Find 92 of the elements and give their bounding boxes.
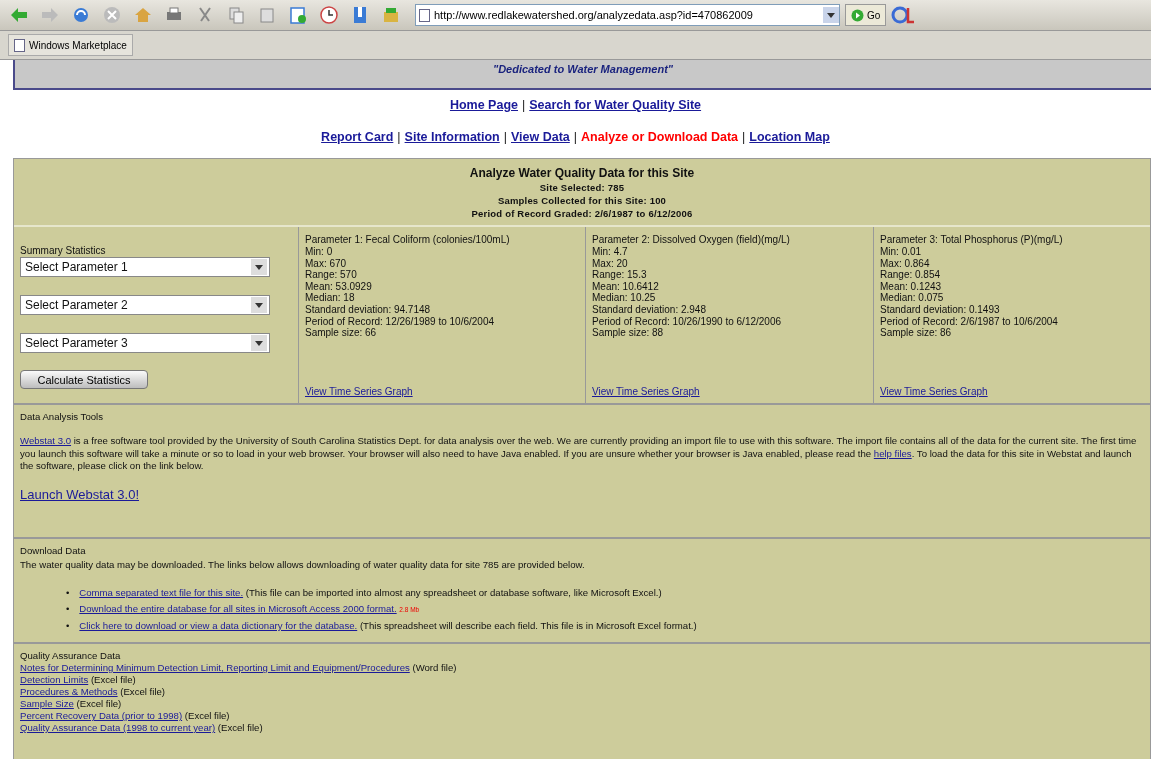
separator: |	[522, 98, 526, 112]
statistic-text: Range: 570	[305, 269, 358, 281]
file-note: (Excel file)	[184, 710, 230, 721]
statistic-text: Median: 18	[305, 292, 356, 304]
launch-link[interactable]: Launch Webstat 3.0!	[20, 486, 139, 502]
statistic-text: Max: 20	[592, 257, 629, 270]
tagline: "Dedicated to Water Management"	[492, 62, 674, 77]
site-info-text: Site Selected: 785	[539, 182, 625, 193]
statistic-text: Mean: 0.1243	[880, 280, 943, 293]
separator: |	[503, 130, 507, 144]
panel-title: Analyze Water Quality Data for this Site	[469, 166, 695, 180]
document-link[interactable]: Notes for Determining Minimum Detection Limit, Reporting Limit and Equipment/Procedures	[20, 662, 410, 673]
bullet: •	[66, 603, 70, 614]
nav-link[interactable]: Report Card	[321, 130, 394, 144]
statistic-text: Sample size: 66	[305, 327, 378, 339]
statistic-text: Mean: 10.6412	[592, 280, 660, 293]
statistic-text: Standard deviation: 2.948	[592, 303, 707, 316]
site-info-text: Period of Record Graded: 2/6/1987 to 6/12/2006	[471, 208, 693, 219]
file-note: (This spreadsheet will describe each field. This file is in Microsoft Excel format.)	[359, 620, 697, 631]
document-link[interactable]: Quality Assurance Data (1998 to current year)	[20, 722, 216, 733]
statistic-text: Median: 0.075	[880, 292, 945, 304]
graph-link[interactable]: View Time Series Graph	[305, 386, 579, 397]
download-link[interactable]: Download the entire database for all sites in Microsoft Access 2000 format.	[79, 603, 397, 614]
inline-link[interactable]: help files	[873, 447, 912, 459]
document-link[interactable]: Procedures & Methods	[20, 686, 118, 697]
nav-link[interactable]: Search for Water Quality Site	[529, 98, 702, 112]
dropdown-icon[interactable]	[251, 259, 267, 275]
download-link[interactable]: Click here to download or view a data dictionary for the database.	[79, 620, 358, 631]
file-note: (Excel file)	[90, 674, 136, 685]
site-info-text: Samples Collected for this Site: 100	[497, 195, 667, 206]
section-heading: Download Data	[20, 545, 86, 557]
statistic-text: Median: 10.25	[592, 292, 657, 304]
statistic-text: Period of Record: 2/6/1987 to 10/6/2004	[880, 315, 1059, 328]
nav-link[interactable]: Site Information	[404, 130, 500, 144]
play-icon	[851, 8, 864, 22]
download-link[interactable]: Comma separated text file for this site.	[79, 587, 244, 598]
file-note: (Word file)	[412, 662, 457, 673]
dropdown-icon[interactable]	[251, 335, 267, 351]
bullet: •	[66, 620, 70, 631]
address-field[interactable]: http://www.redlakewatershed.org/analyzedata.asp?id=470862009	[415, 4, 840, 26]
url-text: http://www.redlakewatershed.org/analyzedata.asp?id=470862009	[434, 9, 754, 21]
nav-link[interactable]: View Data	[511, 130, 570, 144]
file-note: (This file can be imported into almost any spreadsheet or database software, like Microsoft Excel.)	[245, 587, 662, 598]
document-link[interactable]: Percent Recovery Data (prior to 1998)	[20, 710, 183, 721]
graph-link[interactable]: View Time Series Graph	[592, 386, 867, 397]
calculate-button[interactable]: Calculate Statistics	[20, 370, 148, 389]
statistic-text: Sample size: 86	[880, 327, 953, 339]
statistic-text: Range: 0.854	[880, 269, 942, 281]
statistic-text: Min: 0	[305, 246, 334, 258]
statistic-text: Min: 0.01	[880, 246, 923, 258]
search-logo-icon[interactable]	[891, 5, 916, 25]
statistic-text: Period of Record: 12/26/1989 to 10/6/2004	[305, 315, 496, 328]
document-link[interactable]: Sample Size	[20, 698, 74, 709]
statistic-text: Min: 4.7	[592, 246, 629, 258]
file-note: (Excel file)	[120, 686, 166, 697]
page-icon	[14, 38, 25, 52]
nav-link[interactable]: Analyze or Download Data	[581, 130, 739, 144]
bullet: •	[66, 587, 70, 598]
dropdown-icon[interactable]	[823, 7, 839, 23]
page-icon	[419, 8, 430, 22]
go-button[interactable]: Go	[845, 4, 887, 26]
statistic-text: Period of Record: 10/26/1990 to 6/12/2006	[592, 315, 783, 328]
document-link[interactable]: Detection Limits	[20, 674, 89, 685]
statistic-text: Max: 0.864	[880, 257, 931, 270]
parameter-title: Parameter 2: Dissolved Oxygen (field)(mg/L)	[592, 233, 791, 246]
parameter-title: Parameter 1: Fecal Coliform (colonies/100mL)	[305, 233, 511, 246]
statistic-text: Max: 670	[305, 257, 348, 270]
file-note: (Excel file)	[217, 722, 263, 733]
dropdown-icon[interactable]	[251, 297, 267, 313]
description-paragraph: Webstat 3.0 is a free software tool provided by the University of South Carolina Statistics Dept. for data analysis over the web. We are currently providing an import file to use with this software. The import file contains all of the data for the current site. The first time you launch this software will take a minute or so to load in your web browser. Your browser will also need to have Java enabled. If you are unsure whether your browser is Java enabled, please read the help files. To load the data for this site in Webstat and launch the software, please click on the link below.	[20, 435, 1138, 473]
separator: |	[573, 130, 578, 144]
bookmark-button[interactable]: Windows Marketplace	[8, 34, 133, 56]
separator: |	[397, 130, 401, 144]
section-label: Summary Statistics	[20, 245, 107, 256]
parameter-select[interactable]: Select Parameter 3	[20, 333, 270, 353]
statistic-text: Standard deviation: 0.1493	[880, 303, 1001, 316]
file-note: (Excel file)	[76, 698, 122, 709]
nav-link[interactable]: Location Map	[749, 130, 830, 144]
graph-link[interactable]: View Time Series Graph	[880, 386, 1144, 397]
nav-link[interactable]: Home Page	[449, 98, 518, 112]
section-heading: Data Analysis Tools	[20, 411, 103, 423]
statistic-text: Standard deviation: 94.7148	[305, 303, 432, 316]
separator: |	[742, 130, 746, 144]
statistic-text: Range: 15.3	[592, 269, 648, 281]
intro-text: The water quality data may be downloaded. The links below allows downloading of water quality data for site 785 are provided below.	[20, 559, 585, 570]
inline-link[interactable]: Webstat 3.0	[20, 435, 72, 446]
parameter-title: Parameter 3: Total Phosphorus (P)(mg/L)	[880, 233, 1064, 246]
parameter-select[interactable]: Select Parameter 2	[20, 295, 270, 315]
parameter-select[interactable]: Select Parameter 1	[20, 257, 270, 277]
statistic-text: Sample size: 88	[592, 327, 665, 339]
section-heading: Quality Assurance Data	[20, 650, 121, 662]
statistic-text: Mean: 53.0929	[305, 280, 373, 293]
